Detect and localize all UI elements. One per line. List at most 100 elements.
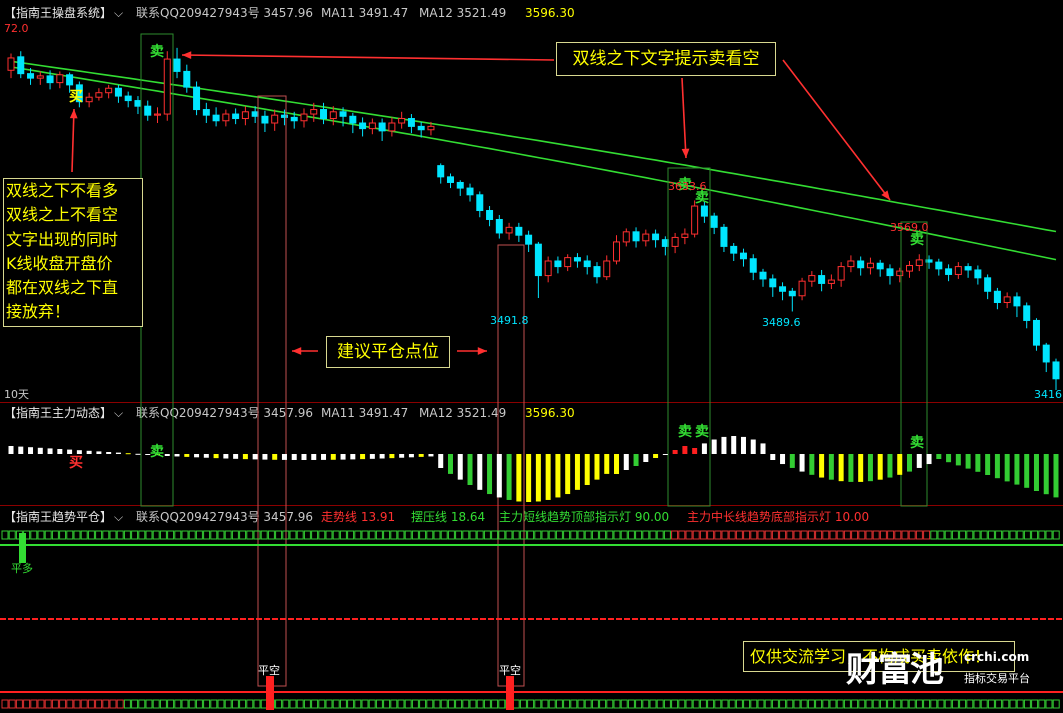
rule-line: 接放弃！: [6, 302, 71, 322]
lamp-cell: [275, 530, 283, 540]
lamp-cell: [239, 699, 247, 709]
lamp-cell: [577, 699, 585, 709]
left-rules-note: 双线之下不看多 双线之上不看空 文字出现的同时 K线收盘开盘价 都在双线之下直 …: [3, 178, 143, 327]
candle-body: [525, 234, 533, 245]
candle-body: [95, 92, 103, 98]
price-label: 3489.6: [762, 316, 801, 329]
lamp-cell: [131, 699, 139, 709]
lamp-cell: [721, 530, 729, 540]
flow-bar: [838, 454, 844, 482]
lamp-cell: [707, 530, 715, 540]
flow-bar: [555, 454, 561, 498]
lamp-cell: [1016, 530, 1024, 540]
flow-bar: [281, 454, 287, 460]
annotation-arrow: [782, 59, 891, 201]
lamp-cell: [231, 530, 239, 540]
candle-body: [915, 259, 923, 266]
candle-body: [486, 210, 494, 220]
lamp-cell: [339, 530, 347, 540]
lamp-cell: [181, 530, 189, 540]
flow-bar: [125, 453, 131, 455]
lamp-cell: [685, 530, 693, 540]
lamp-cell: [80, 699, 88, 709]
flow-bar: [164, 454, 170, 456]
lamp-cell: [879, 530, 887, 540]
flow-bar: [653, 454, 659, 458]
flow-bar: [330, 454, 336, 460]
signal-box: [667, 167, 711, 507]
lamp-cell: [87, 530, 95, 540]
flow-bar: [496, 454, 502, 498]
candle-body: [163, 58, 171, 115]
lamp-cell: [843, 530, 851, 540]
lamp-cell: [951, 530, 959, 540]
lamp-cell: [59, 530, 67, 540]
flow-bar: [106, 452, 112, 454]
lamp-cell: [771, 699, 779, 709]
arrow-head: [69, 109, 78, 119]
annotation-arrow: [181, 54, 555, 61]
lamp-cell: [858, 699, 866, 709]
lamp-cell: [498, 699, 506, 709]
lamp-cell: [498, 530, 506, 540]
lamp-cell: [822, 530, 830, 540]
lamp-cell: [167, 530, 175, 540]
lamp-cell: [152, 699, 160, 709]
lamp-cell: [1045, 699, 1053, 709]
lamp-cell: [131, 530, 139, 540]
lamp-cell: [527, 699, 535, 709]
lamp-cell: [699, 699, 707, 709]
flow-bar: [1033, 454, 1039, 491]
candle-body: [36, 75, 44, 79]
flow-bar: [438, 454, 444, 468]
lamp-cell: [584, 530, 592, 540]
lamp-cell: [1023, 699, 1031, 709]
lamp-cell: [707, 699, 715, 709]
flow-bar: [819, 454, 825, 478]
lamp-cell: [613, 530, 621, 540]
lamp-cell: [354, 530, 362, 540]
lamp-cell: [995, 530, 1003, 540]
candle-body: [261, 115, 269, 124]
lamp-cell: [735, 699, 743, 709]
flow-bar: [535, 454, 541, 502]
flow-bar: [692, 448, 698, 454]
lamp-cell: [440, 530, 448, 540]
candle-body: [212, 114, 220, 122]
flow-bar: [194, 454, 200, 458]
candle-body: [349, 115, 357, 124]
lamp-cell: [375, 699, 383, 709]
candle-body: [700, 205, 708, 217]
flow-bar: [789, 454, 795, 468]
flow-bar: [545, 454, 551, 500]
lamp-cell: [901, 530, 909, 540]
lamp-cell: [203, 699, 211, 709]
lamp-cell: [836, 699, 844, 709]
candle-body: [652, 233, 660, 241]
lamp-cell: [1052, 530, 1060, 540]
lamp-cell: [519, 530, 527, 540]
sell-signal: 卖: [678, 424, 692, 440]
arrow-head: [681, 148, 690, 158]
lamp-cell: [541, 699, 549, 709]
chart-canvas[interactable]: [0, 0, 1063, 713]
lamp-cell: [534, 530, 542, 540]
lamp-cell: [224, 699, 232, 709]
candle-body: [1003, 296, 1011, 303]
lamp-cell: [606, 699, 614, 709]
lamp-cell: [980, 699, 988, 709]
lamp-cell: [491, 530, 499, 540]
candle-body: [144, 105, 152, 116]
flow-bar: [477, 454, 483, 490]
lamp-cell: [246, 699, 254, 709]
flow-bar: [447, 454, 453, 474]
candle-body: [779, 286, 787, 292]
lamp-cell: [397, 699, 405, 709]
lamp-cell: [728, 530, 736, 540]
lamp-cell: [620, 530, 628, 540]
lamp-cell: [174, 530, 182, 540]
lamp-cell: [368, 530, 376, 540]
lamp-cell: [793, 699, 801, 709]
flow-bar: [662, 454, 668, 455]
lamp-cell: [858, 530, 866, 540]
